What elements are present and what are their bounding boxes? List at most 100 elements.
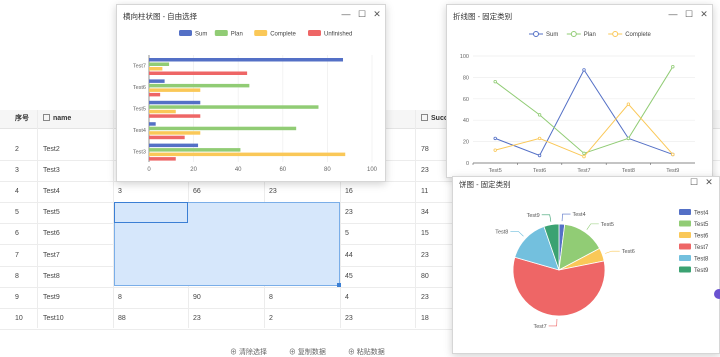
bar[interactable] <box>149 83 250 88</box>
table-cell[interactable]: 5 <box>15 202 19 223</box>
table-cell[interactable]: 78 <box>421 139 429 160</box>
table-cell[interactable]: Test7 <box>43 245 60 266</box>
bar[interactable] <box>149 100 201 105</box>
bar[interactable] <box>149 109 176 114</box>
table-cell[interactable]: 2 <box>15 139 19 160</box>
legend-swatch[interactable] <box>679 220 691 227</box>
data-point[interactable] <box>537 153 542 158</box>
bar[interactable] <box>149 143 199 148</box>
table-cell[interactable]: 44 <box>345 245 353 266</box>
data-point[interactable] <box>582 68 586 72</box>
table-cell[interactable]: 8 <box>269 287 273 308</box>
table-cell[interactable]: 8 <box>118 287 122 308</box>
table-cell[interactable]: 3 <box>118 181 122 202</box>
data-point[interactable] <box>493 136 497 141</box>
table-cell[interactable]: 16 <box>345 181 353 202</box>
table-cell[interactable]: 23 <box>421 287 429 308</box>
table-cell[interactable]: 7 <box>15 245 19 266</box>
header-name[interactable]: name <box>43 110 71 128</box>
table-cell[interactable]: 4 <box>345 287 349 308</box>
y-tick-label: Test7 <box>133 64 146 70</box>
table-cell[interactable]: 80 <box>421 266 429 287</box>
table-cell[interactable]: 10 <box>15 308 23 329</box>
data-point[interactable] <box>537 136 542 141</box>
bar[interactable] <box>149 67 163 71</box>
table-cell[interactable]: Test5 <box>43 202 60 223</box>
bar-chart-window[interactable]: 横向柱状图 - 自由选择 — ☐ ✕ Sum Plan Complete Unfini… <box>116 4 386 182</box>
table-cell[interactable]: 2 <box>269 308 273 329</box>
table-cell[interactable]: 5 <box>345 223 349 244</box>
table-cell[interactable]: 90 <box>193 287 201 308</box>
floating-action-icon[interactable] <box>714 289 720 299</box>
data-point[interactable] <box>671 65 675 69</box>
legend-swatch[interactable] <box>679 209 691 215</box>
table-cell[interactable]: 6 <box>15 223 19 244</box>
header-index[interactable]: 序号 <box>15 110 29 128</box>
table-cell[interactable]: 23 <box>345 202 353 223</box>
copy-data-button[interactable]: ⊕ 复制数据 <box>289 349 336 356</box>
bar[interactable] <box>149 71 248 76</box>
bar[interactable] <box>149 157 176 161</box>
legend-swatch[interactable] <box>179 30 192 36</box>
pie-chart-window[interactable]: 饼图 - 固定类别 ☐ ✕ Test4 Test5 Test6 Test7 Test8 T… <box>452 176 720 354</box>
bar[interactable] <box>149 88 201 92</box>
data-point[interactable] <box>537 113 542 117</box>
line-chart-window[interactable]: 折线图 - 固定类别 — ☐ ✕ Sum Plan Complete 0 20 40 60 8… <box>446 4 713 178</box>
legend-swatch[interactable] <box>308 30 321 36</box>
table-cell[interactable]: Test4 <box>43 181 60 202</box>
data-point[interactable] <box>493 148 497 152</box>
table-cell[interactable]: 23 <box>193 308 201 329</box>
data-point[interactable] <box>626 102 631 106</box>
table-cell[interactable]: 23 <box>345 308 353 329</box>
legend-swatch[interactable] <box>679 243 691 250</box>
bar[interactable] <box>149 152 346 157</box>
clear-selection-button[interactable]: ⊕ 清除选择 <box>230 349 277 356</box>
bar[interactable] <box>149 126 297 131</box>
bar[interactable] <box>149 92 161 97</box>
header-succ[interactable]: Succ <box>421 110 448 128</box>
table-cell[interactable]: 45 <box>345 266 353 287</box>
bar[interactable] <box>149 131 201 135</box>
active-cell[interactable] <box>114 202 188 223</box>
data-point[interactable] <box>582 154 586 159</box>
bar[interactable] <box>149 79 165 83</box>
bar[interactable] <box>149 114 201 118</box>
data-point[interactable] <box>626 136 631 141</box>
table-cell[interactable]: 18 <box>421 308 429 329</box>
legend-swatch[interactable] <box>679 255 691 261</box>
table-cell[interactable]: 8 <box>15 266 19 287</box>
paste-data-button[interactable]: ⊕ 粘贴数据 <box>348 349 395 356</box>
table-cell[interactable]: 4 <box>15 181 19 202</box>
table-cell[interactable]: 34 <box>421 202 429 223</box>
bar[interactable] <box>149 148 241 152</box>
legend-swatch[interactable] <box>214 30 228 36</box>
table-cell[interactable]: Test6 <box>43 223 60 244</box>
data-point[interactable] <box>493 79 497 84</box>
legend-swatch[interactable] <box>254 30 268 36</box>
table-cell[interactable]: 15 <box>421 223 429 244</box>
table-cell[interactable]: 23 <box>421 160 429 181</box>
table-cell[interactable]: Test8 <box>43 266 60 287</box>
table-cell[interactable]: Test9 <box>43 287 60 308</box>
data-point[interactable] <box>582 151 586 156</box>
table-cell[interactable]: Test2 <box>43 139 60 160</box>
bar[interactable] <box>149 105 319 109</box>
legend-swatch[interactable] <box>679 266 691 273</box>
table-cell[interactable]: Test10 <box>43 308 64 329</box>
table-cell[interactable]: 9 <box>15 287 19 308</box>
table-cell[interactable]: 23 <box>421 245 429 266</box>
data-point[interactable] <box>671 152 675 157</box>
bar[interactable] <box>149 135 185 140</box>
fill-handle[interactable] <box>337 283 341 287</box>
bar[interactable] <box>149 58 344 62</box>
bar[interactable] <box>149 62 170 67</box>
table-cell[interactable]: 88 <box>118 308 126 329</box>
series-line[interactable] <box>494 66 674 154</box>
table-cell[interactable]: 11 <box>421 181 428 202</box>
legend-swatch[interactable] <box>679 232 691 238</box>
table-cell[interactable]: Test3 <box>43 160 60 181</box>
bar[interactable] <box>149 122 156 126</box>
table-cell[interactable]: 23 <box>269 181 277 202</box>
table-cell[interactable]: 66 <box>193 181 201 202</box>
table-cell[interactable]: 3 <box>15 160 19 181</box>
